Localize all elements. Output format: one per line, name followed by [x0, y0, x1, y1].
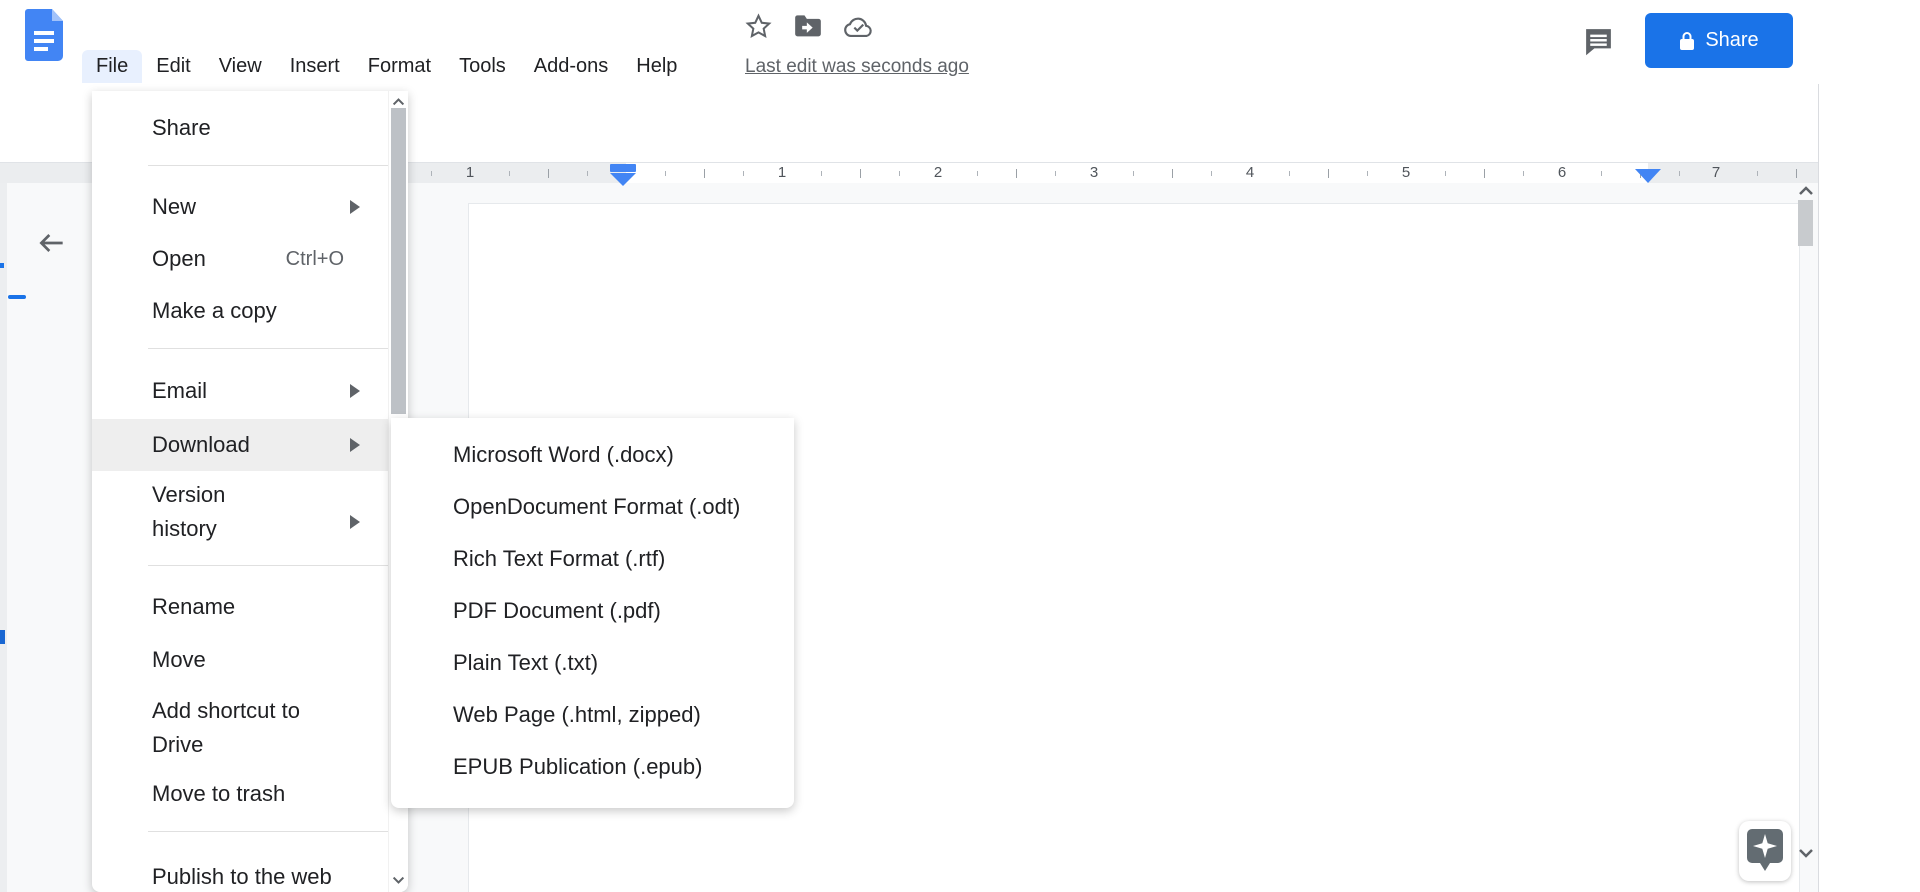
docs-logo-icon[interactable]	[25, 9, 63, 61]
comment-icon[interactable]	[1582, 25, 1615, 63]
outline-strip	[0, 183, 7, 892]
scroll-up-icon[interactable]	[1798, 185, 1814, 197]
star-icon[interactable]	[745, 13, 772, 45]
ruler-tick	[743, 171, 744, 176]
ruler-tick	[704, 169, 705, 178]
ruler-tick	[977, 171, 978, 176]
ruler-tick	[1484, 169, 1485, 178]
file-menu-new[interactable]: New	[92, 183, 390, 231]
file-menu-open[interactable]: OpenCtrl+O	[92, 235, 390, 283]
menu-help[interactable]: Help	[622, 50, 691, 83]
ruler-number-outside: 1	[466, 164, 474, 181]
ruler-tick	[548, 169, 549, 178]
ruler-tick	[1601, 171, 1602, 176]
file-menu-scrollbar-thumb[interactable]	[391, 108, 406, 414]
ruler-tick	[899, 171, 900, 176]
doc-scrollbar-thumb[interactable]	[1798, 200, 1813, 246]
last-edit-link[interactable]: Last edit was seconds ago	[745, 56, 969, 78]
download-odt[interactable]: OpenDocument Format (.odt)	[391, 481, 794, 533]
outline-heading-dash	[8, 295, 26, 299]
ruler-tick	[509, 171, 510, 176]
file-menu: Share New OpenCtrl+O Make a copy Email D…	[92, 91, 408, 892]
submenu-arrow-icon	[350, 438, 367, 452]
download-txt[interactable]: Plain Text (.txt)	[391, 637, 794, 689]
scroll-down-icon[interactable]	[392, 875, 405, 885]
menu-addons[interactable]: Add-ons	[520, 50, 623, 83]
download-docx[interactable]: Microsoft Word (.docx)	[391, 429, 794, 481]
file-menu-share[interactable]: Share	[92, 104, 390, 152]
doc-scrollbar	[1795, 183, 1818, 892]
ruler-tick	[587, 171, 588, 176]
menu-view[interactable]: View	[205, 50, 276, 83]
ruler-tick	[1757, 171, 1758, 176]
cloud-check-icon[interactable]	[843, 15, 874, 44]
google-docs-window: File Edit View Insert Format Tools Add-o…	[0, 0, 1920, 892]
download-epub[interactable]: EPUB Publication (.epub)	[391, 741, 794, 793]
download-rtf[interactable]: Rich Text Format (.rtf)	[391, 533, 794, 585]
ruler-tick	[1211, 171, 1212, 176]
ruler-tick	[1172, 169, 1173, 178]
header: File Edit View Insert Format Tools Add-o…	[0, 0, 1920, 84]
back-arrow-icon[interactable]	[36, 227, 68, 264]
shortcut-label: Ctrl+O	[286, 248, 344, 271]
menu-insert[interactable]: Insert	[276, 50, 354, 83]
outline-tick	[0, 630, 5, 644]
file-menu-move-to-trash[interactable]: Move to trash	[92, 770, 390, 818]
file-menu-version-history[interactable]: Versionhistory	[92, 475, 390, 551]
move-folder-icon[interactable]	[794, 15, 822, 44]
lock-icon	[1679, 31, 1695, 51]
ruler-tick	[665, 171, 666, 176]
ruler-tick	[860, 169, 861, 178]
ruler-tick	[1679, 171, 1680, 176]
menubar: File Edit View Insert Format Tools Add-o…	[82, 50, 691, 83]
right-indent-marker[interactable]	[1635, 169, 1661, 188]
ruler-tick	[1328, 169, 1329, 178]
ruler-tick	[431, 171, 432, 176]
outline-panel	[0, 183, 92, 892]
menu-format[interactable]: Format	[354, 50, 445, 83]
ruler-tick	[1016, 169, 1017, 178]
outline-tick	[0, 263, 4, 268]
menu-edit[interactable]: Edit	[142, 50, 204, 83]
ruler-tick	[1367, 171, 1368, 176]
download-submenu: Microsoft Word (.docx) OpenDocument Form…	[391, 418, 794, 808]
menu-tools[interactable]: Tools	[445, 50, 520, 83]
submenu-arrow-icon	[350, 515, 367, 529]
left-indent-marker[interactable]	[610, 164, 636, 186]
submenu-arrow-icon	[350, 200, 367, 214]
file-menu-make-a-copy[interactable]: Make a copy	[92, 287, 390, 335]
ruler-tick	[1445, 171, 1446, 176]
ruler-tick	[1523, 171, 1524, 176]
menu-file[interactable]: File	[82, 50, 142, 83]
file-menu-download[interactable]: Download	[92, 419, 390, 471]
file-menu-rename[interactable]: Rename	[92, 583, 390, 631]
scroll-up-icon[interactable]	[392, 97, 405, 107]
file-menu-move[interactable]: Move	[92, 636, 390, 684]
file-menu-publish-to-the-web[interactable]: Publish to the web	[92, 853, 390, 892]
download-html-zipped[interactable]: Web Page (.html, zipped)	[391, 689, 794, 741]
download-pdf[interactable]: PDF Document (.pdf)	[391, 585, 794, 637]
share-button[interactable]: Share	[1645, 13, 1793, 68]
ruler-tick	[821, 171, 822, 176]
ruler-tick	[1796, 169, 1797, 178]
ruler-tick	[1289, 171, 1290, 176]
ruler-tick	[1133, 171, 1134, 176]
scroll-down-icon[interactable]	[1798, 847, 1814, 859]
explore-icon[interactable]	[1747, 829, 1783, 876]
explore-card	[1739, 821, 1791, 881]
file-menu-email[interactable]: Email	[92, 367, 390, 415]
side-panel: 31	[1819, 84, 1920, 892]
submenu-arrow-icon	[350, 384, 367, 398]
file-menu-add-shortcut-to-drive[interactable]: Add shortcut toDrive	[92, 691, 390, 767]
ruler-tick	[1055, 171, 1056, 176]
share-label: Share	[1705, 29, 1758, 52]
